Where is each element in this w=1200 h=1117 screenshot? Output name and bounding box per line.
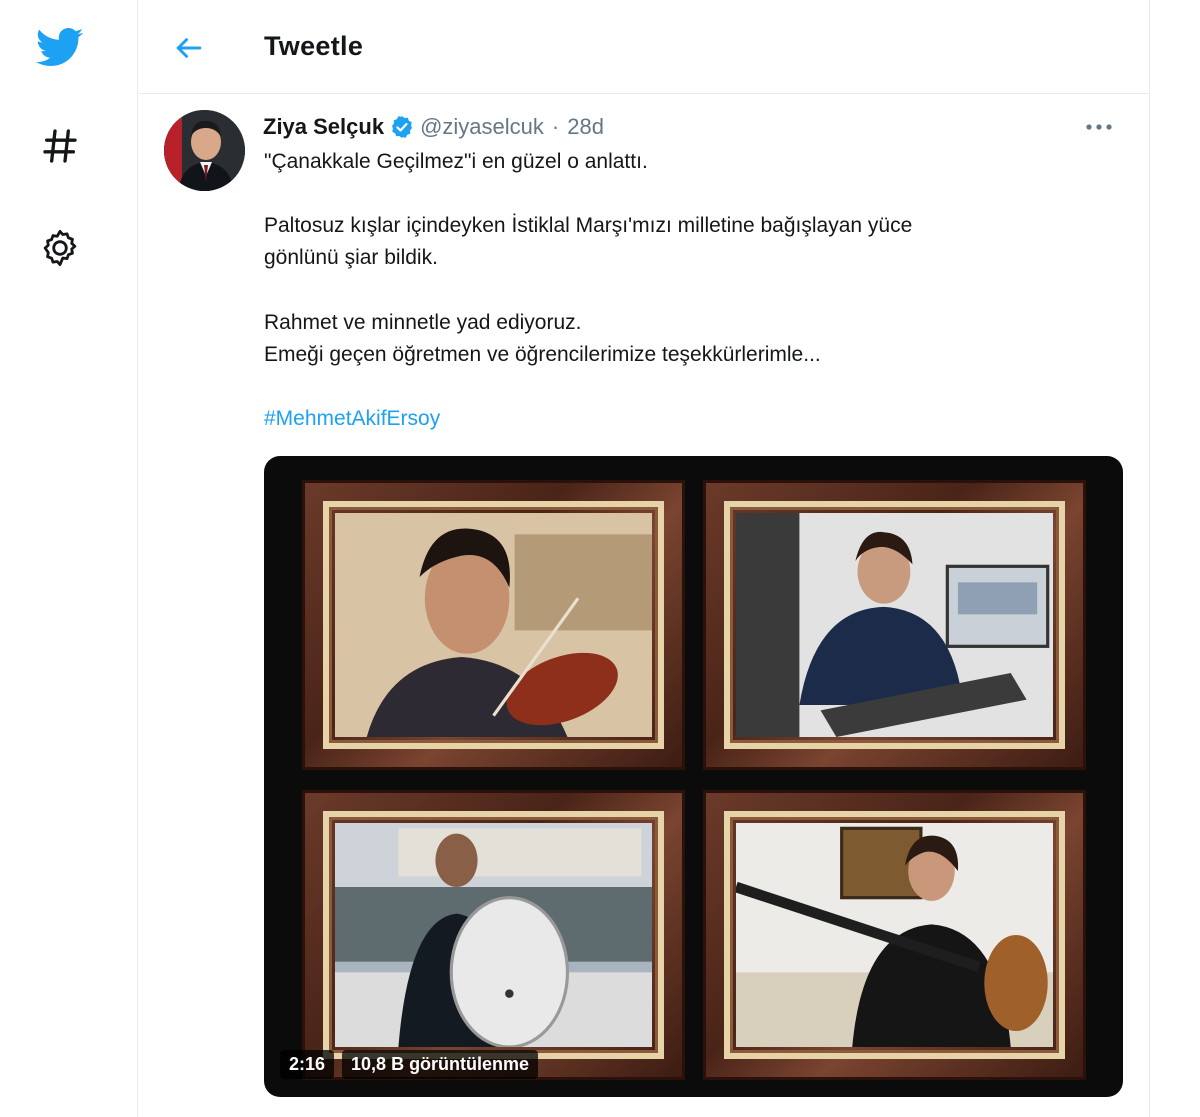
more-options-icon[interactable]: [1079, 113, 1119, 141]
video-view-count: 10,8 B görüntülenme: [342, 1050, 539, 1079]
page-header: Tweetle: [138, 0, 1149, 94]
verified-badge-icon: [390, 115, 414, 139]
hashtag-link[interactable]: #MehmetAkifErsoy: [264, 407, 440, 431]
back-arrow-icon[interactable]: [166, 28, 212, 68]
tweet-text-line-2: Paltosuz kışlar içindeyken İstiklal Marş…: [264, 214, 913, 237]
twitter-logo-icon[interactable]: [30, 18, 90, 78]
video-duration: 2:16: [280, 1050, 335, 1079]
author-name[interactable]: Ziya Selçuk: [263, 114, 384, 140]
video-info-bar: 2:16 10,8 B görüntülenme: [280, 1050, 539, 1079]
video-frame-violinist: [302, 480, 685, 770]
settings-gear-icon[interactable]: [30, 218, 90, 278]
author-avatar[interactable]: [164, 110, 245, 191]
explore-hashtag-icon[interactable]: [30, 116, 90, 176]
left-navigation: [0, 0, 137, 1117]
tweet-text-line-3: gönlünü şiar bildik.: [264, 246, 438, 269]
author-handle[interactable]: @ziyaselcuk: [420, 114, 544, 140]
tweet-text-line-1: "Çanakkale Geçilmez"i en güzel o anlattı…: [264, 150, 648, 173]
video-frame-saz-player: [703, 790, 1086, 1080]
tweet-author-line: Ziya Selçuk @ziyaselcuk · 28d: [263, 113, 604, 141]
main-column: Tweetle Ziya Selçuk @ziyaselcuk · 28d "Ç…: [137, 0, 1150, 1117]
page-title: Tweetle: [264, 31, 364, 61]
tweet-timestamp[interactable]: 28d: [567, 114, 604, 140]
tweet-text-line-5: Emeği geçen öğretmen ve öğrencilerimize …: [264, 343, 821, 366]
separator-dot: ·: [551, 114, 560, 139]
tweet-text-line-4: Rahmet ve minnetle yad ediyoruz.: [264, 311, 582, 334]
video-frame-kanun-player: [703, 480, 1086, 770]
video-player[interactable]: 2:16 10,8 B görüntülenme: [264, 456, 1123, 1097]
video-frame-bendir-player: [302, 790, 685, 1080]
